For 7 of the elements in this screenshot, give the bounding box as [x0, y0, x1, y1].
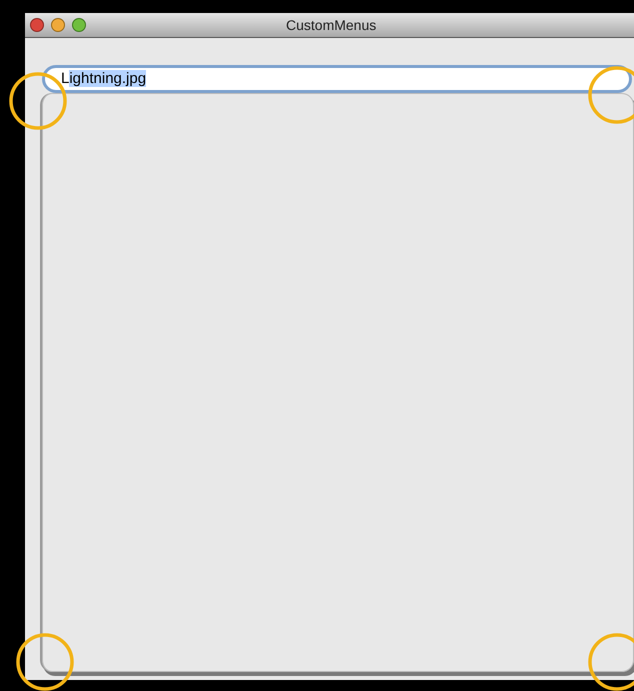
annotation-circle — [8, 71, 68, 131]
zoom-button[interactable] — [72, 18, 86, 32]
minimize-button[interactable] — [51, 18, 65, 32]
close-button[interactable] — [30, 18, 44, 32]
text-field[interactable]: Lightning.jpg — [42, 65, 632, 93]
annotation-circle — [15, 632, 75, 691]
window-title: CustomMenus — [286, 17, 376, 33]
